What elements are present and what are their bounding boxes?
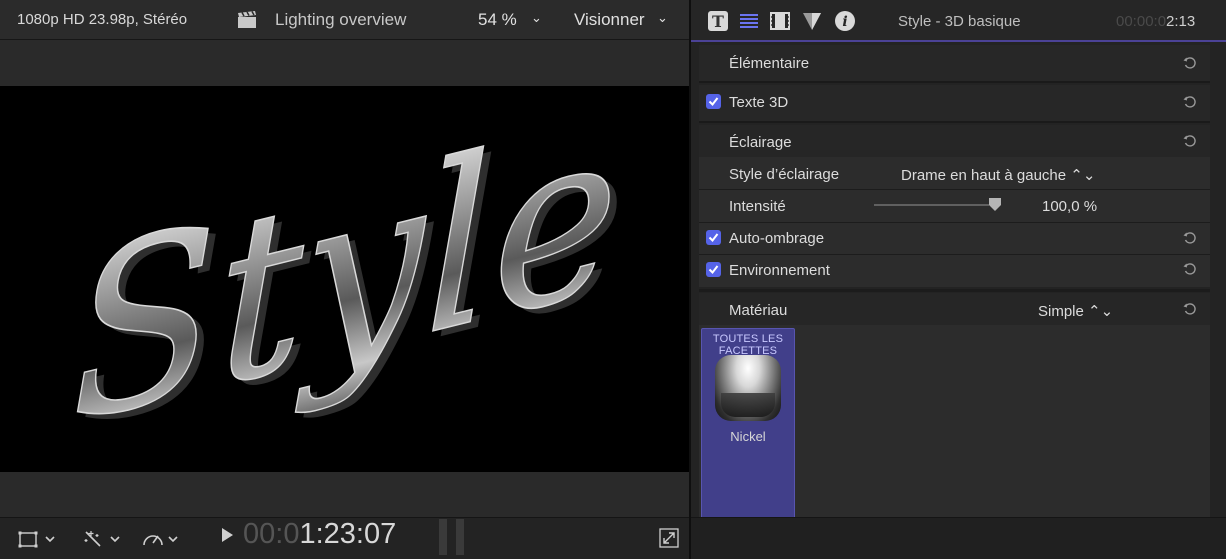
intensity-slider[interactable] — [874, 204, 989, 206]
inspector-panel: T i Style - 3D basique 00:00:02:13 Éléme… — [691, 0, 1226, 559]
viewer-header: 1080p HD 23.98p, Stéréo Lighting overvie… — [0, 0, 690, 40]
material-name: Nickel — [730, 429, 766, 444]
style-3d-text-image: Style Style — [71, 86, 627, 472]
lighting-style-popup[interactable]: Drame en haut à gauche ⌃⌄ — [901, 166, 1095, 184]
inspector-timecode-dim: 00:00:0 — [1116, 13, 1167, 30]
inspector-footer — [691, 517, 1226, 559]
inspector-header: T i Style - 3D basique 00:00:02:13 — [691, 0, 1226, 42]
reset-icon[interactable] — [1182, 301, 1198, 317]
fullscreen-icon[interactable] — [659, 528, 679, 550]
speed-gauge-icon[interactable] — [142, 528, 182, 550]
video-tab-icon[interactable] — [769, 10, 791, 32]
section-basic-label: Élémentaire — [729, 55, 810, 72]
reset-icon[interactable] — [1182, 133, 1198, 149]
viewer-panel: 1080p HD 23.98p, Stéréo Lighting overvie… — [0, 0, 690, 559]
view-chevron-down-icon[interactable]: ⌄ — [657, 10, 668, 26]
timecode-value: 1:23:07 — [299, 518, 397, 550]
row-environment[interactable]: Environnement — [699, 255, 1210, 287]
info-tab-icon[interactable]: i — [834, 10, 856, 32]
format-label: 1080p HD 23.98p, Stéréo — [17, 11, 188, 28]
environment-label: Environnement — [729, 262, 830, 279]
magic-wand-icon[interactable] — [82, 528, 122, 550]
transform-icon[interactable] — [18, 528, 56, 550]
video-canvas[interactable]: Style Style — [0, 86, 690, 472]
clapper-icon[interactable] — [237, 11, 257, 29]
section-lighting-label: Éclairage — [729, 134, 792, 151]
section-basic[interactable]: Élémentaire — [699, 45, 1210, 83]
inspector-timecode: 00:00:02:13 — [1116, 13, 1195, 30]
intensity-label: Intensité — [729, 198, 786, 215]
audio-meter-left — [439, 519, 447, 555]
inspector-timecode-value: 2:13 — [1166, 13, 1196, 30]
play-icon[interactable] — [220, 527, 234, 548]
section-text3d[interactable]: Texte 3D — [699, 85, 1210, 123]
reset-icon[interactable] — [1182, 230, 1198, 246]
self-shadow-label: Auto-ombrage — [729, 230, 825, 247]
generator-tab-icon[interactable] — [801, 10, 823, 32]
text-tab-icon[interactable]: T — [707, 10, 729, 32]
svg-text:T: T — [712, 12, 724, 31]
material-swatch-image — [715, 355, 781, 421]
reset-icon[interactable] — [1182, 94, 1198, 110]
section-lighting[interactable]: Éclairage — [699, 125, 1210, 157]
row-material[interactable]: Matériau Simple ⌃⌄ — [699, 293, 1210, 325]
intensity-slider-thumb[interactable] — [989, 198, 1001, 211]
row-lighting-style: Style d’éclairage Drame en haut à gauche… — [699, 157, 1210, 189]
environment-checkbox[interactable] — [706, 262, 721, 277]
inspector-title: Style - 3D basique — [898, 13, 1021, 30]
reset-icon[interactable] — [1182, 261, 1198, 277]
project-title[interactable]: Lighting overview — [275, 10, 406, 30]
intensity-value[interactable]: 100,0 % — [1042, 198, 1097, 215]
timecode-display[interactable]: 00:01:23:07 — [243, 518, 396, 551]
row-self-shadow[interactable]: Auto-ombrage — [699, 223, 1210, 255]
material-tile-title: TOUTES LES FACETTES — [712, 333, 784, 357]
material-popup[interactable]: Simple ⌃⌄ — [1038, 302, 1113, 320]
separator — [699, 289, 1210, 292]
audio-meter-right — [456, 519, 464, 555]
svg-text:i: i — [842, 14, 847, 30]
material-label: Matériau — [729, 302, 788, 319]
self-shadow-checkbox[interactable] — [706, 230, 721, 245]
zoom-chevron-down-icon[interactable]: ⌄ — [531, 10, 542, 26]
paragraph-tab-icon[interactable] — [738, 10, 760, 32]
section-text3d-label: Texte 3D — [729, 94, 789, 111]
material-tile[interactable]: TOUTES LES FACETTES Nickel — [701, 328, 795, 519]
row-intensity: Intensité 100,0 % — [699, 190, 1210, 222]
text3d-checkbox[interactable] — [706, 94, 721, 109]
timecode-dim: 00:0 — [243, 518, 300, 550]
lighting-style-label: Style d’éclairage — [729, 166, 840, 183]
reset-icon[interactable] — [1182, 55, 1198, 71]
svg-text:Style: Style — [71, 86, 618, 472]
view-menu-button[interactable]: Visionner — [574, 10, 645, 30]
zoom-level[interactable]: 54 % — [478, 10, 517, 30]
